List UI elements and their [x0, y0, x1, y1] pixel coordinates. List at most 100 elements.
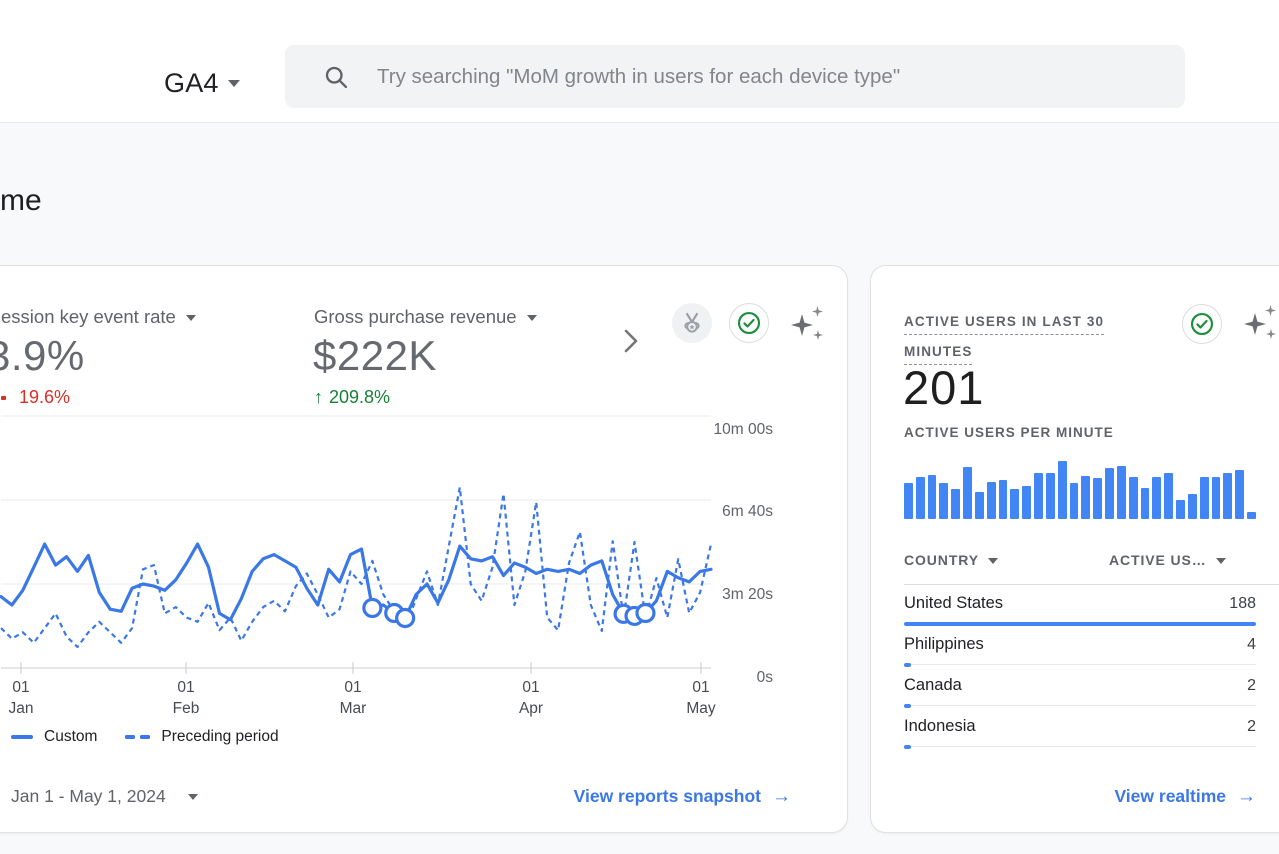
anomaly-marker[interactable] — [397, 610, 414, 627]
realtime-title-text: ACTIVE USERS IN LAST 30 MINUTES — [904, 314, 1104, 365]
minute-bar — [1129, 477, 1138, 519]
sparkle-icon — [812, 306, 823, 317]
active-users-per-minute-label: ACTIVE USERS PER MINUTE — [904, 425, 1114, 440]
x-axis-label: 01 Jan — [0, 677, 53, 719]
delta-value: 19.6% — [19, 387, 70, 408]
metric-label: Gross purchase revenue — [314, 306, 517, 328]
next-metrics-chevron-icon[interactable] — [619, 326, 643, 356]
country-table-body: United States188Philippines4Canada2Indon… — [904, 585, 1256, 749]
minute-bar — [1152, 477, 1161, 519]
minute-bar — [1010, 489, 1019, 519]
country-table-header: COUNTRY ACTIVE US… — [904, 552, 1256, 568]
x-axis-label: 01 Feb — [154, 677, 218, 719]
data-quality-button[interactable] — [1182, 304, 1222, 344]
data-quality-button[interactable] — [729, 303, 769, 343]
minute-bar — [1212, 477, 1221, 519]
country-name: United States — [904, 594, 1003, 613]
x-axis-label: 01 Apr — [499, 677, 563, 719]
legend-label-custom: Custom — [44, 728, 97, 746]
chevron-down-icon — [1216, 558, 1226, 569]
legend-label-preceding: Preceding period — [161, 728, 278, 746]
solid-line-swatch — [11, 735, 33, 739]
country-row[interactable]: Philippines4 — [904, 626, 1256, 667]
sparkle-icon — [1265, 305, 1276, 316]
search-placeholder: Try searching "MoM growth in users for e… — [377, 65, 900, 89]
up-arrow-icon — [314, 387, 329, 408]
minute-bar — [1081, 476, 1090, 519]
property-switcher[interactable]: GA4 — [164, 68, 240, 99]
date-range-selector[interactable]: Jan 1 - May 1, 2024 — [11, 786, 198, 807]
minute-bar — [987, 482, 996, 519]
column-label: ACTIVE US… — [1109, 552, 1207, 568]
sparkle-icon — [1266, 329, 1276, 339]
anomaly-marker[interactable] — [364, 599, 381, 616]
metric-delta-negative: 19.6% — [1, 387, 70, 408]
minute-bar — [963, 467, 972, 519]
check-circle-icon — [1189, 311, 1215, 337]
date-range-label: Jan 1 - May 1, 2024 — [11, 786, 166, 807]
app-label: GA4 — [164, 68, 219, 99]
view-reports-snapshot-link[interactable]: View reports snapshot — [574, 786, 791, 808]
country-column-header[interactable]: COUNTRY — [904, 552, 998, 568]
minute-bar — [939, 483, 948, 520]
minute-bar — [1247, 512, 1256, 519]
top-app-bar: GA4 Try searching "MoM growth in users f… — [0, 0, 1279, 123]
chevron-down-icon — [228, 80, 240, 93]
engagement-line-chart[interactable] — [1, 416, 711, 676]
country-name: Indonesia — [904, 717, 976, 736]
minute-bar — [951, 489, 960, 519]
benchmarking-button[interactable] — [672, 303, 712, 343]
minute-bar — [1200, 477, 1209, 519]
check-circle-icon — [736, 310, 762, 336]
anomaly-marker[interactable] — [637, 604, 654, 621]
row-track — [904, 746, 1256, 747]
minute-bar — [1164, 473, 1173, 519]
metric-label: ession key event rate — [1, 306, 176, 328]
minute-bar — [1022, 486, 1031, 519]
minute-bar — [1093, 478, 1102, 519]
country-name: Canada — [904, 676, 962, 695]
minute-bar — [1188, 494, 1197, 520]
y-axis-label: 3m 20s — [703, 586, 773, 604]
view-realtime-link[interactable]: View realtime — [1114, 786, 1256, 808]
per-minute-bar-chart[interactable] — [904, 461, 1256, 519]
search-input[interactable]: Try searching "MoM growth in users for e… — [285, 45, 1185, 108]
chart-legend: Custom Preceding period — [11, 728, 279, 746]
row-progress-bar — [904, 745, 911, 749]
medal-icon — [679, 310, 705, 336]
metric-selector-gross-purchase-revenue[interactable]: Gross purchase revenue — [314, 306, 537, 328]
minute-bar — [1176, 500, 1185, 519]
country-active-users: 2 — [1247, 677, 1256, 695]
column-label: COUNTRY — [904, 552, 979, 568]
chevron-down-icon — [188, 794, 198, 805]
minute-bar — [1046, 473, 1055, 519]
country-row[interactable]: Canada 2 — [904, 667, 1256, 708]
country-row[interactable]: Indonesia 2 — [904, 708, 1256, 749]
active-users-column-header[interactable]: ACTIVE US… — [1109, 552, 1226, 568]
row-track — [904, 664, 1256, 665]
realtime-title: ACTIVE USERS IN LAST 30 MINUTES — [904, 307, 1142, 367]
dashed-line-swatch — [125, 735, 150, 739]
minute-bar — [904, 483, 913, 519]
minute-bar — [1235, 470, 1244, 519]
minute-bar — [1141, 488, 1150, 519]
sparkle-icon — [813, 330, 823, 340]
minute-bar — [1058, 461, 1067, 519]
country-name: Philippines — [904, 635, 984, 654]
metric-selector-session-key-event-rate[interactable]: ession key event rate — [1, 306, 196, 328]
reports-snapshot-card: ession key event rate 3.9% 19.6% Gross p… — [0, 265, 848, 833]
sparkle-icon — [1244, 313, 1266, 335]
minute-bar — [1070, 483, 1079, 519]
insights-button[interactable] — [791, 306, 827, 344]
country-row[interactable]: United States188 — [904, 585, 1256, 626]
metric-value: $222K — [313, 332, 437, 380]
y-axis-label: 10m 00s — [703, 421, 773, 439]
chevron-down-icon — [527, 315, 537, 326]
delta-value: 209.8% — [329, 387, 390, 408]
country-active-users: 2 — [1247, 718, 1256, 736]
custom-period-line — [1, 544, 711, 620]
insights-button[interactable] — [1244, 305, 1279, 343]
realtime-card: ACTIVE USERS IN LAST 30 MINUTES 201 ACTI… — [870, 265, 1279, 833]
sparkle-icon — [791, 314, 813, 336]
search-icon — [322, 63, 350, 91]
